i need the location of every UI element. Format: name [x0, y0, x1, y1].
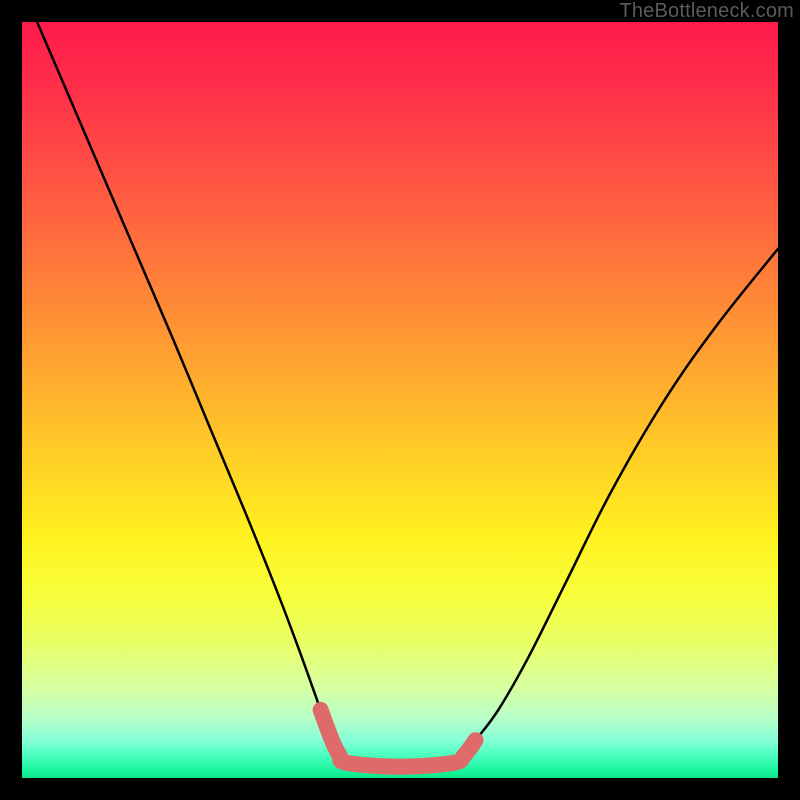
plot-area [22, 22, 778, 778]
watermark-text: TheBottleneck.com [619, 0, 794, 23]
series-red-overlay [321, 710, 476, 767]
chart-container: TheBottleneck.com [0, 0, 800, 800]
curve-layer [22, 22, 778, 778]
series-black-curve [37, 22, 778, 767]
